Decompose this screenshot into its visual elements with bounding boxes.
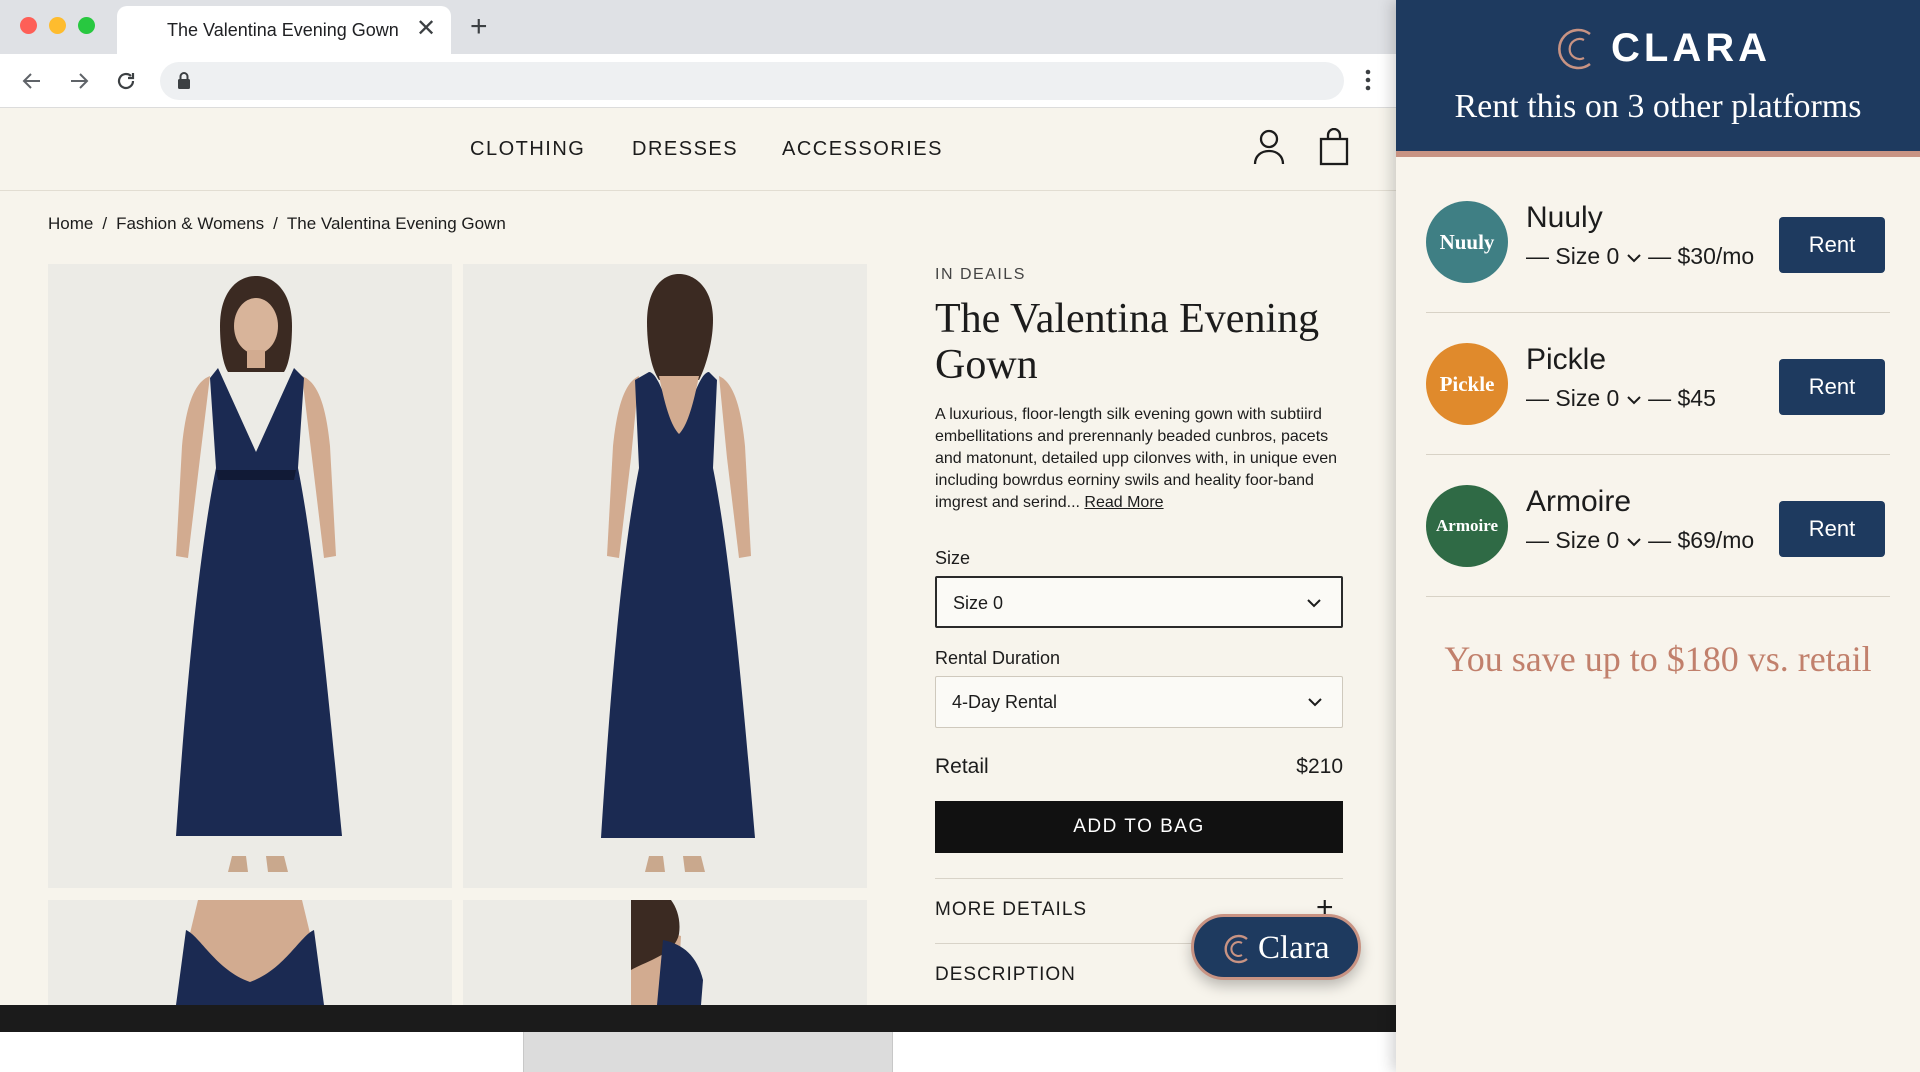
account-icon[interactable]	[1252, 128, 1286, 171]
clara-button-label: Clara	[1258, 930, 1330, 966]
rent-button-nuuly[interactable]: Rent	[1779, 217, 1885, 273]
breadcrumb-home[interactable]: Home	[48, 214, 93, 233]
platform-size[interactable]: — Size 0	[1526, 243, 1619, 269]
platform-row-pickle: Pickle Pickle — Size 0 — $45 Rent	[1426, 313, 1890, 455]
platform-meta: — Size 0 — $69/mo	[1526, 527, 1754, 554]
breadcrumb-separator: /	[273, 214, 278, 233]
rental-duration-select[interactable]: 4-Day Rental	[935, 676, 1343, 728]
clara-panel-header: CLARA Rent this on 3 other platforms	[1396, 0, 1920, 157]
description-toggle[interactable]: DESCRIPTION	[935, 964, 1076, 986]
breadcrumb: Home / Fashion & Womens / The Valentina Even…	[48, 214, 506, 234]
product-image-detail-side[interactable]	[463, 900, 867, 1005]
tab-strip: The Valentina Evening Gown ✕ +	[0, 0, 1396, 54]
tab-title: The Valentina Evening Gown	[167, 20, 399, 40]
platform-price: — $69/mo	[1648, 527, 1755, 553]
size-select-value: Size 0	[953, 593, 1004, 613]
browser-menu-icon[interactable]	[1364, 66, 1372, 99]
retail-price: $210	[1296, 755, 1343, 778]
monitor-bezel	[0, 1005, 1396, 1032]
back-arrow-icon[interactable]	[16, 65, 48, 97]
forward-arrow-icon[interactable]	[63, 65, 95, 97]
platform-name: Nuuly	[1526, 201, 1603, 234]
product-image-front[interactable]	[48, 264, 452, 888]
clara-headline: Rent this on 3 other platforms	[1454, 88, 1862, 125]
read-more-link[interactable]: Read More	[1084, 494, 1163, 511]
add-to-bag-button[interactable]: ADD TO BAG	[935, 801, 1343, 853]
retail-label: Retail	[935, 755, 989, 778]
armoire-logo: Armoire	[1426, 485, 1508, 567]
header-accent-line	[1396, 151, 1920, 157]
nuuly-logo: Nuuly	[1426, 201, 1508, 283]
size-label: Size	[935, 548, 971, 568]
nav-dresses[interactable]: DRESSES	[632, 138, 738, 161]
close-window-button[interactable]	[20, 17, 37, 34]
platform-row-nuuly: Nuuly Nuuly — Size 0 — $30/mo Rent	[1426, 171, 1890, 313]
clara-brand: CLARA	[1611, 26, 1771, 70]
browser-tab[interactable]: The Valentina Evening Gown ✕	[117, 6, 451, 54]
clara-logo-icon	[1220, 933, 1254, 970]
product-image-detail-back[interactable]	[48, 900, 452, 1005]
size-select[interactable]: Size 0	[935, 576, 1343, 628]
url-input[interactable]	[160, 62, 1344, 100]
rent-button-armoire[interactable]: Rent	[1779, 501, 1885, 557]
rent-button-pickle[interactable]: Rent	[1779, 359, 1885, 415]
chevron-down-icon	[1305, 594, 1323, 617]
nav-accessories[interactable]: ACCESSORIES	[782, 138, 943, 161]
platform-price: — $45	[1648, 385, 1716, 411]
chevron-down-icon	[1306, 693, 1324, 716]
chevron-down-icon	[1627, 396, 1641, 405]
monitor-stand	[523, 1032, 893, 1072]
lock-icon	[176, 71, 192, 96]
maximize-window-button[interactable]	[78, 17, 95, 34]
more-details-toggle[interactable]: MORE DETAILS	[935, 899, 1087, 921]
platform-name: Pickle	[1526, 343, 1607, 376]
address-bar	[0, 54, 1396, 108]
breadcrumb-category[interactable]: Fashion & Womens	[116, 214, 264, 233]
platform-meta: — Size 0 — $30/mo	[1526, 243, 1754, 270]
rental-duration-label: Rental Duration	[935, 648, 1061, 668]
platform-name: Armoire	[1526, 485, 1632, 518]
tab-close-icon[interactable]: ✕	[416, 16, 436, 42]
platform-meta: — Size 0 — $45	[1526, 385, 1716, 412]
clara-logo-icon	[1554, 26, 1598, 77]
platform-price: — $30/mo	[1648, 243, 1755, 269]
clara-floating-button[interactable]: Clara	[1191, 914, 1361, 980]
platform-row-armoire: Armoire Armoire — Size 0 — $69/mo Rent	[1426, 455, 1890, 597]
new-tab-button[interactable]: +	[470, 12, 488, 42]
browser-window: The Valentina Evening Gown ✕ + CLOTHING …	[0, 0, 1396, 1032]
platform-size[interactable]: — Size 0	[1526, 385, 1619, 411]
product-title: The Valentina Evening Gown	[935, 296, 1320, 388]
platform-size[interactable]: — Size 0	[1526, 527, 1619, 553]
pickle-logo: Pickle	[1426, 343, 1508, 425]
breadcrumb-separator: /	[102, 214, 108, 233]
product-image-back[interactable]	[463, 264, 867, 888]
site-nav: CLOTHING DRESSES ACCESSORIES	[0, 108, 1396, 191]
chevron-down-icon	[1627, 538, 1641, 547]
rental-duration-value: 4-Day Rental	[952, 692, 1058, 712]
shopping-bag-icon[interactable]	[1318, 127, 1350, 171]
savings-message: You save up to $180 vs. retail	[1444, 639, 1872, 679]
breadcrumb-current: The Valentina Evening Gown	[286, 214, 506, 233]
minimize-window-button[interactable]	[49, 17, 66, 34]
product-eyebrow: IN DEAILS	[935, 266, 1026, 283]
product-description: A luxurious, floor-length silk evening g…	[935, 404, 1345, 514]
nav-clothing[interactable]: CLOTHING	[470, 138, 585, 161]
divider	[1426, 596, 1890, 597]
reload-icon[interactable]	[110, 65, 142, 97]
chevron-down-icon	[1627, 254, 1641, 263]
clara-panel: CLARA Rent this on 3 other platforms Nuu…	[1396, 0, 1920, 1072]
divider	[935, 878, 1343, 879]
